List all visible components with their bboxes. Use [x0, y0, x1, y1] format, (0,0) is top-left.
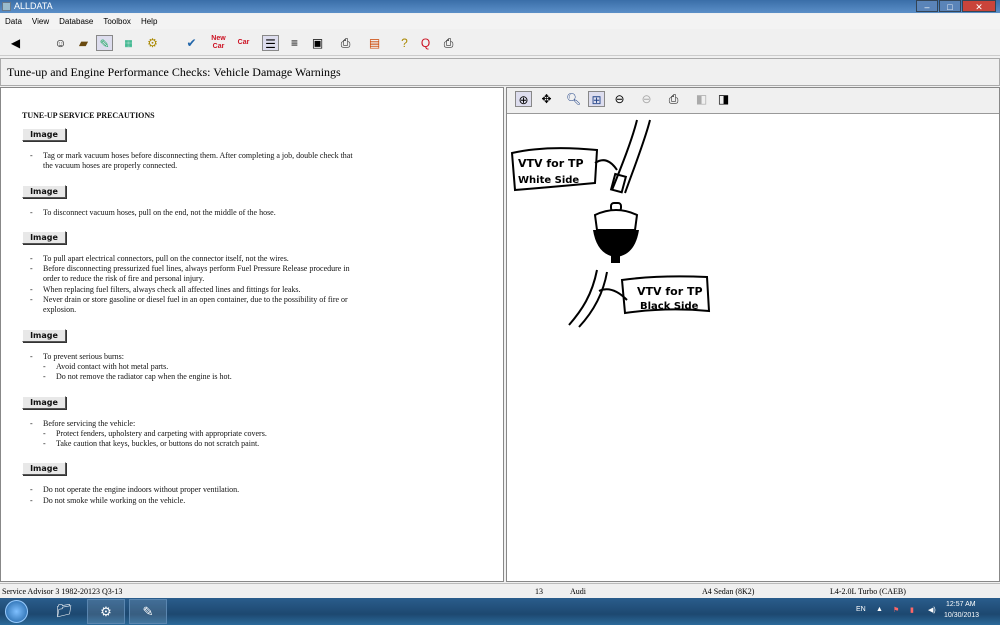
zoom-region-icon[interactable]: 🔍︎: [565, 91, 582, 107]
precaution-list: Do not operate the engine indoors withou…: [22, 485, 503, 506]
clock-date[interactable]: 10/30/2013: [944, 612, 979, 619]
list-item: Take caution that keys, buckles, or butt…: [22, 439, 362, 450]
help-icon[interactable]: ?: [396, 35, 413, 51]
maximize-button[interactable]: □: [939, 0, 961, 12]
list-item: Never drain or store gasoline or diesel …: [22, 295, 362, 316]
menu-help[interactable]: Help: [141, 14, 157, 29]
image-button[interactable]: Image: [22, 230, 66, 244]
precaution-list: To disconnect vacuum hoses, pull on the …: [22, 208, 503, 219]
lower-hose: [568, 269, 608, 328]
list-item: To pull apart electrical connectors, pul…: [22, 254, 362, 265]
tsb-icon[interactable]: ✔: [183, 35, 200, 51]
print-icon[interactable]: ⎙: [665, 91, 682, 107]
text-view-icon[interactable]: ☰: [262, 35, 279, 51]
zoom-out-step-icon[interactable]: ⊖: [611, 91, 628, 107]
valve-body: [593, 202, 639, 263]
list-item: When replacing fuel filters, always chec…: [22, 285, 362, 296]
specs-icon[interactable]: ▦: [120, 35, 137, 51]
volume-icon[interactable]: ◀): [928, 606, 936, 614]
zoom-in-icon[interactable]: ⊕: [515, 91, 532, 107]
label-text: Black Side: [640, 301, 699, 312]
app-icon: [2, 2, 11, 11]
tray-arrow-icon[interactable]: ▲: [876, 606, 883, 613]
status-product: Service Advisor 3 1982-20123 Q3-13: [2, 587, 123, 596]
network-icon[interactable]: ⚑: [893, 606, 899, 614]
clock-time[interactable]: 12:57 AM: [946, 601, 976, 608]
list-icon[interactable]: ≡: [286, 35, 303, 51]
start-button[interactable]: [5, 600, 28, 623]
list-item: Before disconnecting pressurized fuel li…: [22, 264, 362, 285]
zoom-z-icon[interactable]: Q: [417, 35, 434, 51]
camera-icon[interactable]: ▣: [309, 35, 326, 51]
list-item: To disconnect vacuum hoses, pull on the …: [22, 208, 362, 219]
explorer-taskbar-icon[interactable]: 📁︎: [45, 599, 83, 624]
status-engine: L4-2.0L Turbo (CAEB): [830, 587, 906, 596]
image-button[interactable]: Image: [22, 328, 66, 342]
precaution-list: To pull apart electrical connectors, pul…: [22, 254, 503, 316]
list-item: Before servicing the vehicle:: [22, 419, 362, 430]
status-number: 13: [535, 587, 543, 596]
list-item: Do not remove the radiator cap when the …: [22, 372, 362, 383]
back-icon[interactable]: ◀: [7, 35, 24, 51]
menu-toolbox[interactable]: Toolbox: [103, 14, 131, 29]
pan-icon[interactable]: ✥: [538, 91, 555, 107]
title-bar: ALLDATA – □ ✕: [0, 0, 1000, 13]
menu-bar: Data View Database Toolbox Help: [0, 14, 1000, 29]
list-item: Do not operate the engine indoors withou…: [22, 485, 362, 496]
zoom-out-icon[interactable]: ⊖: [638, 91, 655, 107]
viewer-toolbar: ⊕ ✥ 🔍︎ ⊞ ⊖ ⊖ ⎙ ◧ ◨: [507, 88, 999, 114]
vacuum-valve-illustration: VTV for TP White Side VTV for TP Black S…: [510, 119, 711, 328]
previous-car-icon[interactable]: Car: [235, 35, 252, 51]
language-indicator[interactable]: EN: [856, 606, 866, 613]
list-item: Tag or mark vacuum hoses before disconne…: [22, 151, 362, 172]
section-heading: TUNE-UP SERVICE PRECAUTIONS: [22, 111, 155, 120]
status-bar: Service Advisor 3 1982-20123 Q3-13 13 Au…: [0, 583, 1000, 598]
new-car-icon[interactable]: New Car: [210, 35, 227, 51]
status-model: A4 Sedan (8K2): [702, 587, 755, 596]
list-item: To prevent serious burns:: [22, 352, 362, 363]
folder-icon[interactable]: ▰: [75, 35, 92, 51]
fit-icon[interactable]: ⊞: [588, 91, 605, 107]
label-white-side: VTV for TP White Side: [510, 147, 618, 192]
label-black-side: VTV for TP Black Side: [598, 275, 711, 315]
label-text: VTV for TP: [637, 285, 703, 298]
battery-icon[interactable]: ▮: [910, 606, 914, 614]
image-button[interactable]: Image: [22, 184, 66, 198]
window-title: ALLDATA: [14, 1, 53, 11]
menu-database[interactable]: Database: [59, 14, 93, 29]
menu-view[interactable]: View: [32, 14, 49, 29]
precaution-list: Before servicing the vehicle:Protect fen…: [22, 419, 503, 450]
parts-icon[interactable]: ⚙: [144, 35, 161, 51]
upper-hose: [609, 119, 651, 194]
component-locator-icon[interactable]: ✎: [96, 35, 113, 51]
hotline-icon[interactable]: ▤: [366, 35, 383, 51]
list-item: Do not smoke while working on the vehicl…: [22, 496, 362, 507]
page-title: Tune-up and Engine Performance Checks: V…: [0, 58, 1000, 86]
close-button[interactable]: ✕: [962, 0, 996, 12]
image-viewer: ⊕ ✥ 🔍︎ ⊞ ⊖ ⊖ ⎙ ◧ ◨ VTV for TP White Side: [506, 87, 1000, 582]
prev-image-icon[interactable]: ◧: [693, 91, 710, 107]
print-all-icon[interactable]: ⎙: [440, 35, 457, 51]
status-make: Audi: [570, 587, 586, 596]
image-button[interactable]: Image: [22, 395, 66, 409]
menu-data[interactable]: Data: [5, 14, 22, 29]
alldata-taskbar-icon[interactable]: ⚙: [87, 599, 125, 624]
next-image-icon[interactable]: ◨: [715, 91, 732, 107]
minimize-button[interactable]: –: [916, 0, 938, 12]
list-item: Avoid contact with hot metal parts.: [22, 362, 362, 373]
label-text: VTV for TP: [518, 157, 584, 170]
taskbar: 📁︎ ⚙ ✎ EN ▲ ⚑ ▮ ◀) 12:57 AM 10/30/2013: [0, 598, 1000, 625]
face-icon[interactable]: ☺: [52, 35, 69, 51]
main-toolbar: ◀ ☺ ▰ ✎ ▦ ⚙ ✔ New Car Car ☰ ≡ ▣ ⎙ ▤ ? Q …: [0, 30, 1000, 56]
paint-taskbar-icon[interactable]: ✎: [129, 599, 167, 624]
print-icon[interactable]: ⎙: [337, 35, 354, 51]
label-text: White Side: [518, 175, 579, 186]
list-item: Protect fenders, upholstery and carpetin…: [22, 429, 362, 440]
precaution-list: To prevent serious burns:Avoid contact w…: [22, 352, 503, 383]
image-button[interactable]: Image: [22, 128, 66, 141]
document-pane: TUNE-UP SERVICE PRECAUTIONS Image Tag or …: [0, 87, 504, 582]
precaution-list: Tag or mark vacuum hoses before disconne…: [22, 151, 503, 172]
image-button[interactable]: Image: [22, 462, 66, 476]
